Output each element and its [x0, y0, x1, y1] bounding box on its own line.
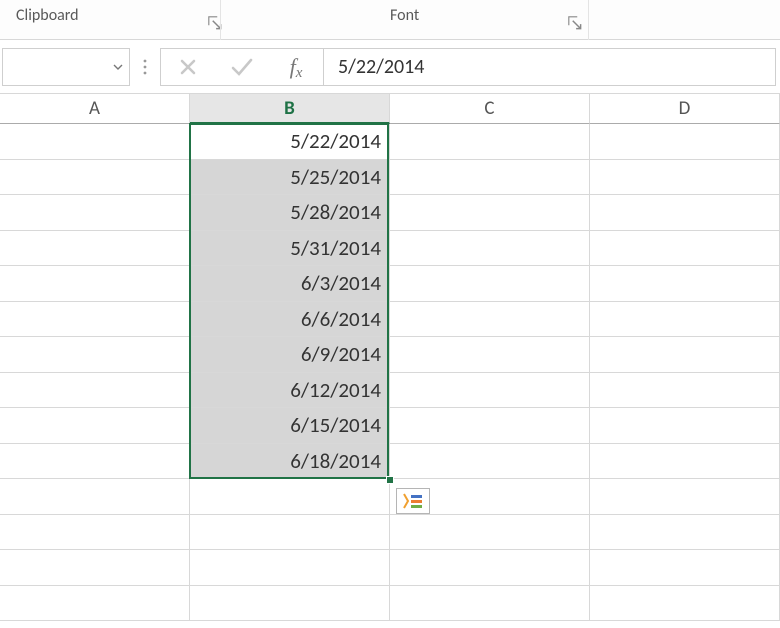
cell[interactable] [390, 373, 590, 409]
cell[interactable] [0, 550, 190, 586]
cell[interactable] [0, 337, 190, 373]
cell[interactable] [190, 586, 390, 622]
table-row: 5/31/2014 [0, 231, 780, 267]
column-header-C[interactable]: C [390, 94, 590, 124]
table-row: 6/15/2014 [0, 408, 780, 444]
cell[interactable] [0, 302, 190, 338]
chevron-down-icon[interactable] [107, 49, 129, 85]
cell[interactable] [0, 444, 190, 480]
cell[interactable] [0, 160, 190, 196]
cell[interactable] [390, 266, 590, 302]
cell[interactable] [390, 195, 590, 231]
table-row [0, 479, 780, 515]
cell[interactable] [590, 479, 780, 515]
table-row [0, 586, 780, 622]
cell[interactable] [0, 231, 190, 267]
cell[interactable] [590, 408, 780, 444]
cell[interactable] [390, 302, 590, 338]
column-headers: A B C D [0, 94, 780, 124]
cell[interactable] [0, 266, 190, 302]
cell[interactable] [390, 550, 590, 586]
column-header-B[interactable]: B [190, 94, 390, 124]
cell[interactable]: 5/22/2014 [190, 124, 390, 160]
formula-bar-value: 5/22/2014 [338, 55, 424, 79]
cell[interactable] [590, 586, 780, 622]
ribbon-group-font-label: Font [390, 6, 419, 25]
table-row: 6/3/2014 [0, 266, 780, 302]
column-header-D[interactable]: D [590, 94, 780, 124]
cell[interactable] [590, 373, 780, 409]
table-row [0, 515, 780, 551]
table-row: 6/12/2014 [0, 373, 780, 409]
cell[interactable] [0, 408, 190, 444]
cell[interactable] [390, 515, 590, 551]
cell[interactable]: 6/9/2014 [190, 337, 390, 373]
cell[interactable] [590, 515, 780, 551]
cell[interactable] [390, 160, 590, 196]
cell[interactable]: 5/28/2014 [190, 195, 390, 231]
cell[interactable] [390, 444, 590, 480]
cell[interactable] [590, 444, 780, 480]
grid-rows: 5/22/2014 5/25/2014 5/28/2014 5/31/2014 … [0, 124, 780, 621]
cell[interactable] [590, 231, 780, 267]
table-row: 6/9/2014 [0, 337, 780, 373]
table-row: 5/25/2014 [0, 160, 780, 196]
cell[interactable] [390, 408, 590, 444]
cell[interactable]: 6/6/2014 [190, 302, 390, 338]
cell[interactable] [590, 337, 780, 373]
formula-bar-row: fx 5/22/2014 [0, 40, 780, 94]
cell[interactable] [0, 195, 190, 231]
table-row [0, 550, 780, 586]
cell[interactable]: 5/25/2014 [190, 160, 390, 196]
cell[interactable] [190, 550, 390, 586]
customize-quick-access-icon[interactable] [130, 57, 160, 77]
column-header-A[interactable]: A [0, 94, 190, 124]
fill-handle[interactable] [386, 476, 394, 484]
enter-icon[interactable] [215, 49, 269, 85]
table-row: 6/6/2014 [0, 302, 780, 338]
cell[interactable] [390, 124, 590, 160]
cell[interactable]: 6/18/2014 [190, 444, 390, 480]
ribbon-separator [220, 0, 221, 40]
cell[interactable] [0, 373, 190, 409]
formula-bar-input[interactable]: 5/22/2014 [323, 48, 776, 86]
cancel-icon[interactable] [161, 49, 215, 85]
cell[interactable]: 5/31/2014 [190, 231, 390, 267]
cell[interactable] [590, 195, 780, 231]
cell[interactable] [190, 515, 390, 551]
cell[interactable]: 6/12/2014 [190, 373, 390, 409]
worksheet-grid[interactable]: A B C D 5/22/2014 5/25/2014 5/28/2014 5/… [0, 94, 780, 621]
insert-function-icon[interactable]: fx [269, 49, 323, 85]
cell[interactable] [590, 266, 780, 302]
table-row: 5/28/2014 [0, 195, 780, 231]
cell[interactable] [590, 124, 780, 160]
cell[interactable]: 6/15/2014 [190, 408, 390, 444]
cell[interactable] [590, 160, 780, 196]
cell[interactable] [590, 302, 780, 338]
ribbon-group-labels: Clipboard Font [0, 0, 780, 40]
cell[interactable] [0, 479, 190, 515]
name-box[interactable] [2, 48, 130, 86]
ribbon-separator [588, 0, 589, 40]
cell[interactable] [0, 124, 190, 160]
cell[interactable] [0, 586, 190, 622]
cell[interactable] [390, 231, 590, 267]
cell[interactable] [190, 479, 390, 515]
cell[interactable] [390, 337, 590, 373]
table-row: 6/18/2014 [0, 444, 780, 480]
autofill-options-button[interactable] [396, 488, 430, 514]
cell[interactable] [390, 586, 590, 622]
cell[interactable] [0, 515, 190, 551]
cell[interactable] [590, 550, 780, 586]
table-row: 5/22/2014 [0, 124, 780, 160]
formula-bar-buttons: fx [160, 48, 323, 86]
cell[interactable]: 6/3/2014 [190, 266, 390, 302]
ribbon-group-clipboard-label: Clipboard [16, 6, 79, 25]
